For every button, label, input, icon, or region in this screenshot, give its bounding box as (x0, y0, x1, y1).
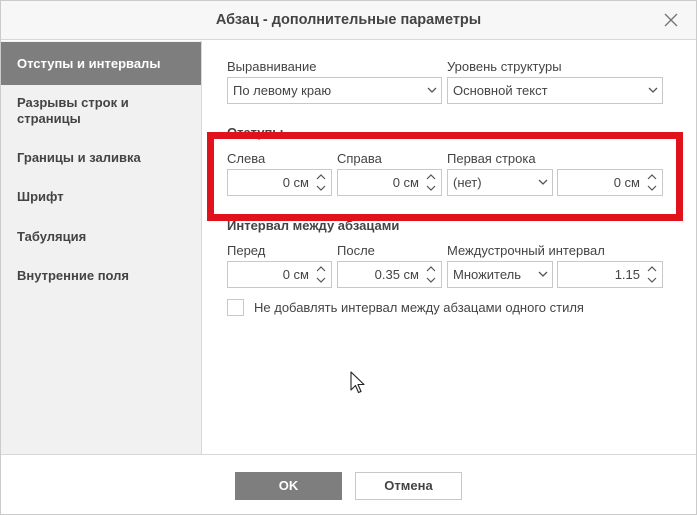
sidebar-item-borders-fill[interactable]: Границы и заливка (1, 150, 201, 166)
settings-sidebar: Отступы и интервалы Разрывы строк и стра… (1, 41, 202, 454)
mouse-pointer-icon (350, 371, 365, 394)
line-spacing-value: 1.15 (614, 267, 640, 282)
chevron-down-icon[interactable] (646, 276, 658, 285)
sidebar-item-line-page-breaks[interactable]: Разрывы строк и страницы (1, 95, 201, 127)
spacing-before-label: Перед (227, 243, 266, 258)
line-spacing-type-value: Множитель (453, 267, 522, 282)
indents-highlight-box (207, 132, 683, 221)
spacing-after-value: 0.35 см (374, 267, 419, 282)
close-icon (664, 13, 678, 27)
close-button[interactable] (662, 11, 680, 29)
sidebar-item-tabs[interactable]: Табуляция (1, 229, 201, 245)
spacing-before-spinner[interactable]: 0 см (227, 261, 332, 288)
sidebar-item-font[interactable]: Шрифт (1, 189, 201, 205)
no-spacing-same-style-label[interactable]: Не добавлять интервал между абзацами одн… (254, 300, 584, 315)
outline-level-select[interactable]: Основной текст (447, 77, 663, 104)
chevron-up-icon[interactable] (425, 264, 437, 273)
dialog-title: Абзац - дополнительные параметры (215, 12, 482, 28)
line-spacing-type-select[interactable]: Множитель (447, 261, 553, 288)
paragraph-settings-dialog: Абзац - дополнительные параметры Отступы… (0, 0, 697, 515)
dialog-footer: OK Отмена (1, 454, 696, 514)
outline-level-value: Основной текст (453, 83, 548, 98)
alignment-label: Выравнивание (227, 59, 317, 74)
line-spacing-label: Междустрочный интервал (447, 243, 605, 258)
ok-button[interactable]: OK (235, 472, 342, 500)
chevron-down-icon (538, 271, 548, 277)
sidebar-item-indents-spacing[interactable]: Отступы и интервалы (1, 42, 201, 85)
no-spacing-same-style-checkbox[interactable] (227, 299, 244, 316)
chevron-down-icon[interactable] (425, 276, 437, 285)
chevron-down-icon (427, 87, 437, 93)
alignment-value: По левому краю (233, 83, 332, 98)
sidebar-item-paddings[interactable]: Внутренние поля (1, 268, 201, 284)
line-spacing-spinner[interactable]: 1.15 (557, 261, 663, 288)
spacing-after-spinner[interactable]: 0.35 см (337, 261, 442, 288)
chevron-up-icon[interactable] (315, 264, 327, 273)
chevron-down-icon (648, 87, 658, 93)
outline-level-label: Уровень структуры (447, 59, 562, 74)
chevron-up-icon[interactable] (646, 264, 658, 273)
spacing-after-label: После (337, 243, 375, 258)
cancel-button[interactable]: Отмена (355, 472, 462, 500)
spacing-before-value: 0 см (282, 267, 309, 282)
chevron-down-icon[interactable] (315, 276, 327, 285)
dialog-titlebar[interactable]: Абзац - дополнительные параметры (1, 1, 696, 40)
alignment-select[interactable]: По левому краю (227, 77, 442, 104)
